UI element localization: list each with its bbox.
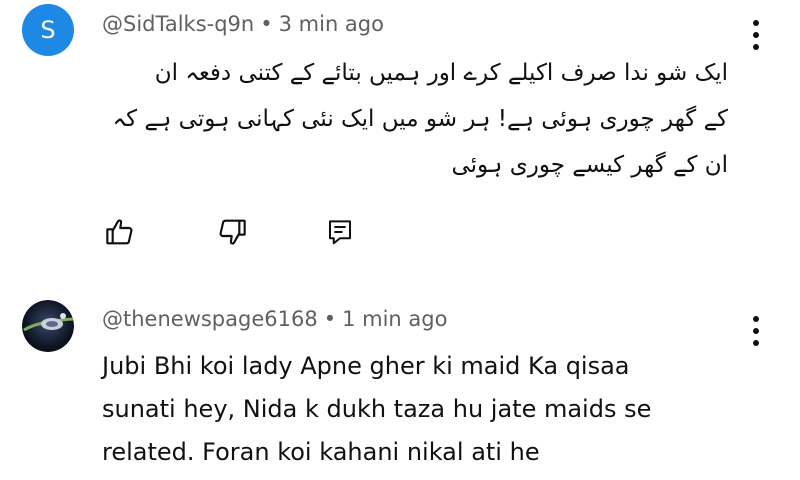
avatar[interactable] bbox=[22, 300, 74, 352]
like-icon bbox=[106, 219, 133, 245]
comments-screen: S @SidTalks-q9n • 3 min ago ایک شو ندا صرف… bbox=[0, 0, 800, 480]
dislike-icon bbox=[219, 219, 246, 245]
separator-dot: • bbox=[323, 307, 337, 331]
reply-icon bbox=[329, 220, 351, 245]
separator-dot: • bbox=[260, 12, 273, 36]
avatar-letter: S bbox=[40, 16, 56, 44]
comment-timestamp: 1 min ago bbox=[342, 307, 448, 331]
like-button[interactable] bbox=[102, 214, 138, 250]
comment-actions bbox=[102, 214, 362, 254]
more-vert-icon[interactable] bbox=[752, 18, 760, 52]
comment-text: ایک شو ندا صرف اکیلے کرے اور ہمیں بتائے … bbox=[100, 50, 728, 188]
comment-line: sunati hey, Nida k dukh taza hu jate mai… bbox=[102, 395, 652, 423]
avatar[interactable]: S bbox=[22, 4, 74, 56]
dislike-button[interactable] bbox=[214, 214, 250, 250]
more-vert-icon[interactable] bbox=[752, 314, 760, 348]
comment-line: related. Foran koi kahani nikal ati he bbox=[102, 438, 540, 466]
comment-line: ان کے گھر کیسے چوری ہوئی bbox=[451, 152, 728, 178]
author-name[interactable]: @thenewspage6168 bbox=[102, 307, 318, 331]
reply-button[interactable] bbox=[322, 214, 358, 250]
author-name[interactable]: @SidTalks-q9n bbox=[102, 12, 254, 36]
comment-header: @thenewspage6168 • 1 min ago bbox=[102, 307, 447, 331]
comment-line: ایک شو ندا صرف اکیلے کرے اور ہمیں بتائے … bbox=[154, 60, 728, 86]
comment-text: Jubi Bhi koi lady Apne gher ki maid Ka q… bbox=[102, 345, 762, 474]
comment-header: @SidTalks-q9n • 3 min ago bbox=[102, 12, 384, 36]
comment-item: S @SidTalks-q9n • 3 min ago ایک شو ندا صرف… bbox=[0, 0, 800, 270]
comment-line: کے گھر چوری ہوئی ہے! ہر شو میں ایک نئی ک… bbox=[112, 106, 728, 132]
channel-avatar-image bbox=[22, 300, 74, 352]
comment-timestamp: 3 min ago bbox=[278, 12, 384, 36]
comment-line: Jubi Bhi koi lady Apne gher ki maid Ka q… bbox=[102, 352, 630, 380]
